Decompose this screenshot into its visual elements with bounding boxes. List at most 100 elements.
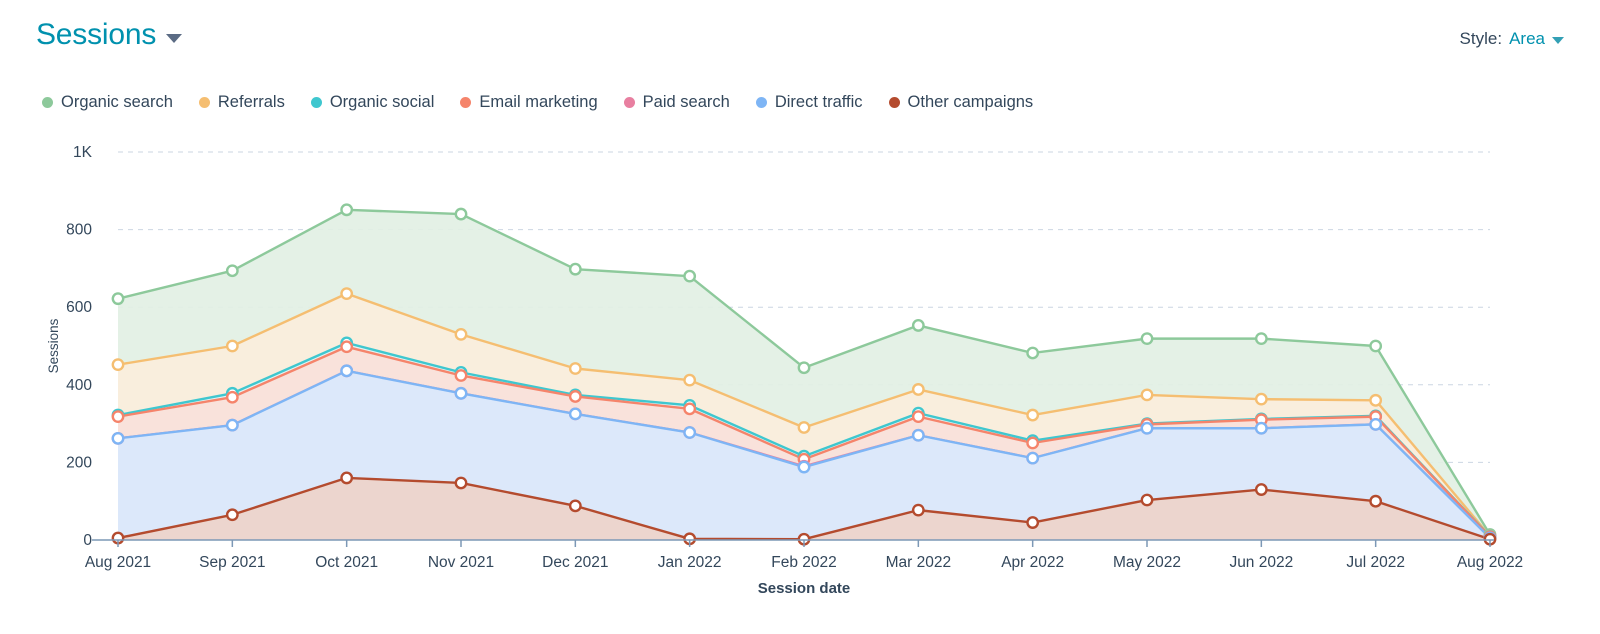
data-point-marker[interactable]: [1369, 494, 1383, 508]
data-point-marker[interactable]: [797, 361, 811, 375]
legend-color-dot: [460, 97, 472, 108]
x-axis-tick-label: Dec 2021: [542, 554, 608, 571]
data-point-marker[interactable]: [225, 390, 239, 404]
data-point-marker[interactable]: [340, 364, 354, 378]
x-axis-tick-label: Nov 2021: [428, 554, 494, 571]
legend-item-other-campaigns[interactable]: Other campaigns: [888, 93, 1033, 112]
metric-selector[interactable]: Sessions: [36, 18, 183, 51]
y-axis-tick-label: 600: [66, 299, 92, 316]
data-point-marker[interactable]: [1369, 339, 1383, 353]
data-point-marker[interactable]: [1140, 332, 1154, 346]
data-point-marker[interactable]: [683, 373, 697, 387]
data-point-marker[interactable]: [340, 471, 354, 485]
data-point-marker[interactable]: [111, 358, 125, 372]
chart-plot-area: 0 200 400 600 800 1K Sessions Aug 2021 Sep 2021 O…: [0, 130, 1600, 600]
data-point-marker[interactable]: [454, 476, 468, 490]
data-point-marker[interactable]: [911, 503, 925, 517]
legend-color-dot: [623, 97, 635, 108]
data-point-marker[interactable]: [454, 386, 468, 400]
data-point-marker[interactable]: [911, 319, 925, 332]
data-point-marker[interactable]: [225, 508, 239, 522]
data-point-marker[interactable]: [797, 460, 811, 474]
y-axis-tick-label: 800: [66, 222, 92, 239]
data-point-marker[interactable]: [683, 426, 697, 439]
legend-item-direct-traffic[interactable]: Direct traffic: [755, 93, 863, 112]
chevron-down-icon[interactable]: [166, 33, 183, 43]
data-point-marker[interactable]: [225, 418, 239, 432]
data-point-marker[interactable]: [911, 428, 925, 442]
legend-item-label: Email marketing: [479, 93, 598, 111]
data-point-marker[interactable]: [340, 340, 354, 354]
data-point-marker[interactable]: [568, 499, 582, 513]
data-point-marker[interactable]: [797, 421, 811, 434]
legend-item-organic-search[interactable]: Organic search: [42, 93, 173, 112]
x-axis-tick-label: Apr 2022: [1001, 554, 1064, 571]
data-point-marker[interactable]: [683, 402, 697, 416]
legend-color-dot: [310, 97, 322, 108]
data-point-marker[interactable]: [568, 407, 582, 421]
page-title: Sessions: [36, 18, 157, 51]
data-point-marker[interactable]: [454, 369, 468, 382]
legend-item-label: Direct traffic: [774, 93, 863, 111]
data-point-marker[interactable]: [1254, 332, 1268, 346]
sessions-area-chart-panel: Sessions Style: Area Organic search Refer…: [0, 0, 1600, 634]
data-point-marker[interactable]: [683, 269, 697, 283]
data-point-marker[interactable]: [111, 292, 125, 306]
chart-header: Sessions Style: Area: [0, 20, 1600, 72]
x-axis-tick-label: Sep 2021: [199, 554, 265, 571]
chevron-down-icon[interactable]: [1552, 37, 1564, 44]
x-axis-tick-label: Mar 2022: [886, 554, 951, 571]
data-point-marker[interactable]: [225, 264, 239, 278]
y-axis-tick-label: 1K: [73, 144, 93, 161]
x-axis-tick-label: Aug 2021: [85, 554, 151, 571]
data-point-marker[interactable]: [1026, 516, 1040, 529]
legend-color-dot: [888, 97, 900, 108]
x-axis-tick-label: Feb 2022: [771, 554, 837, 571]
legend-item-label: Referrals: [217, 93, 285, 111]
legend-item-paid-search[interactable]: Paid search: [623, 93, 730, 112]
data-point-marker[interactable]: [1369, 417, 1383, 431]
data-point-marker[interactable]: [1254, 483, 1268, 496]
data-point-marker[interactable]: [111, 410, 125, 424]
style-selector[interactable]: Style: Area: [1460, 29, 1564, 49]
data-point-marker[interactable]: [340, 287, 354, 301]
data-point-marker[interactable]: [1369, 393, 1383, 407]
data-point-marker[interactable]: [568, 390, 582, 403]
legend-item-email-marketing[interactable]: Email marketing: [460, 93, 598, 112]
x-axis-title: Session date: [758, 580, 851, 597]
data-point-marker[interactable]: [1026, 436, 1040, 450]
data-point-marker[interactable]: [1254, 392, 1268, 406]
x-axis-tick-label: Jun 2022: [1229, 554, 1293, 571]
x-axis-tick-label: Oct 2021: [315, 554, 378, 571]
legend-color-dot: [198, 97, 210, 108]
data-point-marker[interactable]: [1140, 493, 1154, 507]
y-axis-tick-label: 200: [66, 454, 92, 471]
data-point-marker[interactable]: [454, 207, 468, 221]
data-point-marker[interactable]: [340, 203, 354, 217]
data-point-marker[interactable]: [568, 362, 582, 375]
legend-item-label: Organic social: [329, 93, 435, 111]
data-point-marker[interactable]: [911, 410, 925, 424]
data-point-marker[interactable]: [911, 383, 925, 396]
data-point-marker[interactable]: [568, 262, 582, 276]
data-point-marker[interactable]: [1140, 421, 1154, 435]
style-value[interactable]: Area: [1509, 29, 1545, 49]
legend-item-organic-social[interactable]: Organic social: [310, 93, 435, 112]
legend-color-dot: [755, 97, 767, 108]
legend-item-label: Paid search: [642, 93, 730, 111]
x-axis-tick-label: Jan 2022: [658, 554, 722, 571]
data-point-marker[interactable]: [1026, 346, 1040, 360]
data-point-marker[interactable]: [1140, 388, 1154, 402]
legend-item-label: Organic search: [61, 93, 173, 111]
data-point-marker[interactable]: [454, 327, 468, 341]
style-label: Style:: [1459, 29, 1503, 48]
data-point-marker[interactable]: [1254, 421, 1268, 435]
y-axis-tick-label: 400: [66, 377, 92, 394]
y-axis-tick-label: 0: [83, 532, 92, 549]
data-point-marker[interactable]: [111, 431, 125, 445]
data-point-marker[interactable]: [1026, 408, 1040, 422]
data-point-marker[interactable]: [225, 339, 239, 353]
legend-item-referrals[interactable]: Referrals: [198, 93, 285, 112]
x-axis-tick-label: Jul 2022: [1346, 554, 1405, 571]
data-point-marker[interactable]: [1026, 451, 1040, 465]
